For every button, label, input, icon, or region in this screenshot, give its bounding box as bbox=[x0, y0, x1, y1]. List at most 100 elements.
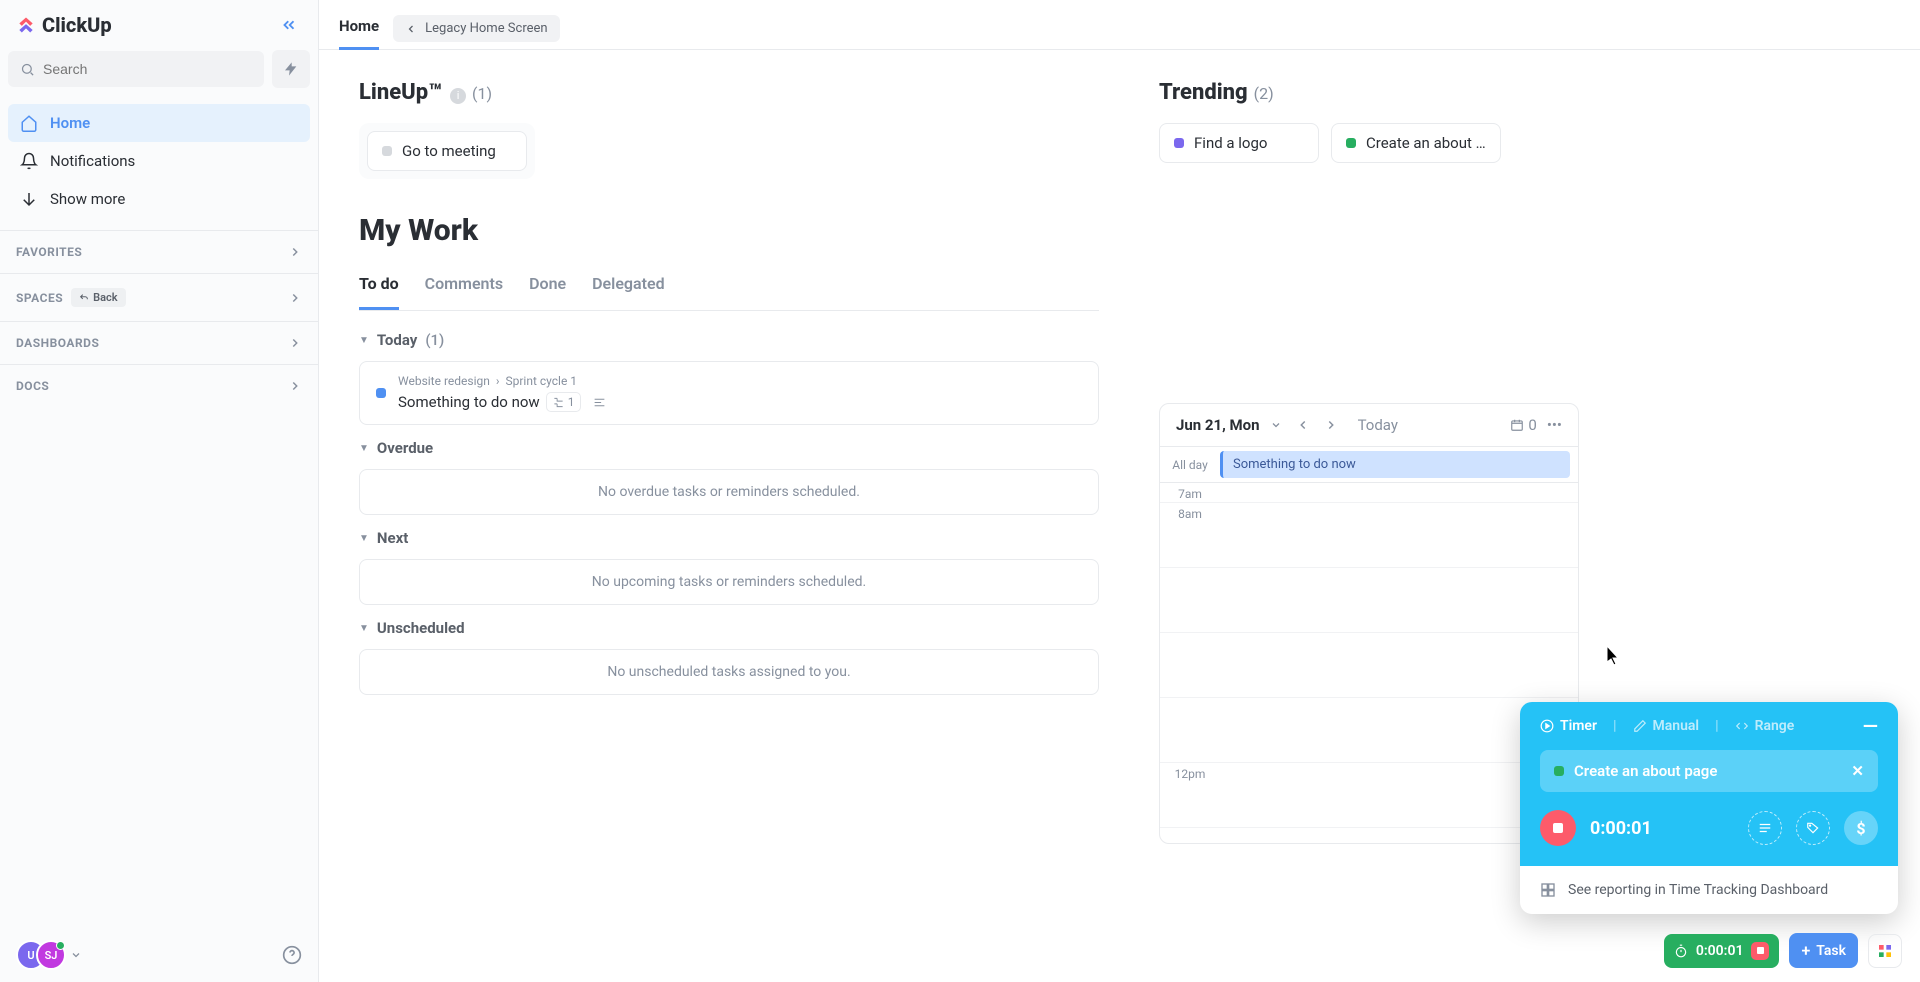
task-card-title: Create an about … bbox=[1366, 134, 1486, 152]
chevron-right-icon bbox=[288, 245, 302, 259]
sidebar-item-label: Home bbox=[50, 114, 90, 132]
chevron-down-icon[interactable] bbox=[1270, 419, 1282, 431]
arrow-down-icon bbox=[20, 190, 38, 208]
calendar-more-button[interactable]: ••• bbox=[1547, 416, 1562, 434]
sidebar-item-home[interactable]: Home bbox=[8, 104, 310, 142]
timer-value: 0:00:01 bbox=[1590, 818, 1652, 839]
tab-done[interactable]: Done bbox=[529, 266, 566, 310]
lineup-task-card[interactable]: Go to meeting bbox=[367, 131, 527, 171]
calendar-prev[interactable] bbox=[1292, 416, 1314, 434]
timer-tab-range[interactable]: Range bbox=[1735, 718, 1795, 734]
timer-tab-timer[interactable]: Timer bbox=[1540, 718, 1597, 734]
timer-chip[interactable]: 0:00:01 bbox=[1664, 934, 1780, 968]
triangle-down-icon: ▼ bbox=[359, 623, 369, 634]
task-card-title: Go to meeting bbox=[402, 142, 496, 160]
brand-name: ClickUp bbox=[42, 13, 112, 37]
hour-label: 7am bbox=[1160, 483, 1220, 502]
bell-icon bbox=[20, 152, 38, 170]
workspace-avatars[interactable]: U SJ bbox=[16, 940, 66, 970]
mywork-title: My Work bbox=[359, 213, 1099, 248]
plus-icon: + bbox=[1801, 941, 1810, 960]
calendar-count-badge[interactable]: 0 bbox=[1510, 416, 1536, 434]
task-title: Something to do now bbox=[398, 393, 540, 411]
lineup-title: LineUp™ bbox=[359, 80, 442, 105]
section-spaces[interactable]: SPACES Back bbox=[0, 273, 318, 321]
sidebar-item-label: Notifications bbox=[50, 152, 135, 170]
hour-label bbox=[1160, 568, 1220, 632]
stop-timer-button[interactable] bbox=[1540, 810, 1576, 846]
tab-comments[interactable]: Comments bbox=[425, 266, 503, 310]
quick-action-button[interactable] bbox=[272, 50, 310, 88]
legacy-home-button[interactable]: Legacy Home Screen bbox=[393, 15, 559, 42]
tab-delegated[interactable]: Delegated bbox=[592, 266, 664, 310]
triangle-down-icon: ▼ bbox=[359, 443, 369, 454]
edit-icon bbox=[1633, 719, 1647, 733]
help-button[interactable] bbox=[282, 945, 302, 965]
play-circle-icon bbox=[1540, 719, 1554, 733]
apps-button[interactable] bbox=[1868, 934, 1902, 968]
reporting-link[interactable]: See reporting in Time Tracking Dashboard bbox=[1520, 866, 1898, 914]
chevron-down-icon[interactable] bbox=[70, 949, 82, 961]
chevron-left-icon bbox=[405, 23, 417, 35]
triangle-down-icon: ▼ bbox=[359, 335, 369, 346]
chevron-right-icon bbox=[288, 291, 302, 305]
triangle-down-icon: ▼ bbox=[359, 533, 369, 544]
billable-button[interactable]: $ bbox=[1844, 811, 1878, 845]
sidebar-item-label: Show more bbox=[50, 190, 125, 208]
timer-task-pill[interactable]: Create an about page ✕ bbox=[1540, 750, 1878, 792]
hour-label bbox=[1160, 698, 1220, 762]
breadcrumb: Website redesign › Sprint cycle 1 bbox=[398, 374, 612, 388]
group-today[interactable]: ▼ Today (1) bbox=[359, 331, 1099, 349]
undo-icon bbox=[79, 293, 89, 303]
lineup-count: (1) bbox=[472, 84, 492, 103]
note-button[interactable] bbox=[1748, 811, 1782, 845]
new-task-button[interactable]: + Task bbox=[1789, 933, 1858, 968]
calendar-date[interactable]: Jun 21, Mon bbox=[1176, 416, 1260, 434]
mini-stop-button[interactable] bbox=[1751, 942, 1769, 960]
tab-home[interactable]: Home bbox=[339, 7, 379, 50]
allday-event[interactable]: Something to do now bbox=[1220, 451, 1570, 478]
logo[interactable]: ClickUp bbox=[16, 13, 112, 37]
sidebar-item-notifications[interactable]: Notifications bbox=[8, 142, 310, 180]
calendar-today-button[interactable]: Today bbox=[1358, 416, 1398, 434]
collapse-sidebar-button[interactable] bbox=[276, 12, 302, 38]
empty-state: No unscheduled tasks assigned to you. bbox=[359, 649, 1099, 695]
status-square-icon bbox=[382, 146, 392, 156]
back-pill[interactable]: Back bbox=[71, 288, 125, 307]
allday-label: All day bbox=[1160, 450, 1220, 480]
search-input[interactable] bbox=[43, 61, 252, 77]
search-input-wrapper[interactable] bbox=[8, 51, 264, 87]
subtask-count[interactable]: 1 bbox=[546, 392, 582, 412]
timer-panel: Timer | Manual | Range — C bbox=[1520, 702, 1898, 914]
calendar-next[interactable] bbox=[1320, 416, 1342, 434]
stopwatch-icon bbox=[1674, 944, 1688, 958]
sidebar-item-showmore[interactable]: Show more bbox=[8, 180, 310, 218]
section-docs[interactable]: DOCS bbox=[0, 364, 318, 407]
description-icon[interactable] bbox=[587, 394, 612, 411]
trending-count: (2) bbox=[1254, 84, 1274, 103]
tag-button[interactable] bbox=[1796, 811, 1830, 845]
help-icon bbox=[282, 945, 302, 965]
search-icon bbox=[20, 62, 35, 77]
task-row[interactable]: Website redesign › Sprint cycle 1 Someth… bbox=[359, 361, 1099, 425]
trending-title: Trending bbox=[1159, 80, 1248, 105]
section-label: SPACES bbox=[16, 291, 63, 305]
section-dashboards[interactable]: DASHBOARDS bbox=[0, 321, 318, 364]
tab-todo[interactable]: To do bbox=[359, 266, 399, 310]
group-next[interactable]: ▼ Next bbox=[359, 529, 1099, 547]
stop-icon bbox=[1553, 823, 1563, 833]
info-icon[interactable]: i bbox=[450, 88, 466, 104]
stop-icon bbox=[1757, 947, 1764, 954]
dashboard-icon bbox=[1540, 882, 1556, 898]
group-unscheduled[interactable]: ▼ Unscheduled bbox=[359, 619, 1099, 637]
timer-tab-manual[interactable]: Manual bbox=[1633, 718, 1700, 734]
trending-task-card[interactable]: Find a logo bbox=[1159, 123, 1319, 163]
bolt-icon bbox=[283, 61, 299, 77]
empty-state: No upcoming tasks or reminders scheduled… bbox=[359, 559, 1099, 605]
trending-task-card[interactable]: Create an about … bbox=[1331, 123, 1501, 163]
close-icon[interactable]: ✕ bbox=[1851, 762, 1864, 780]
section-favorites[interactable]: FAVORITES bbox=[0, 230, 318, 273]
tag-icon bbox=[1806, 821, 1820, 835]
group-overdue[interactable]: ▼ Overdue bbox=[359, 439, 1099, 457]
range-icon bbox=[1735, 719, 1749, 733]
